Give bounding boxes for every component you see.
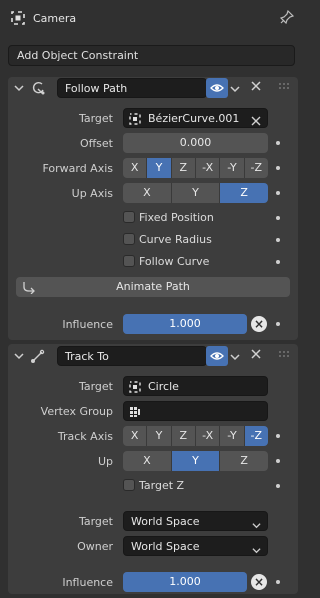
drag-grip-icon[interactable] [278,82,290,95]
offset-label: Offset [79,137,113,150]
disable-keep-transform-icon[interactable]: × [251,316,267,332]
add-object-constraint-button[interactable]: Add Object Constraint [8,45,295,66]
keyframe-dot[interactable] [276,260,280,264]
up-axis-z[interactable]: Z [220,183,268,203]
collapse-chevron-icon[interactable] [14,351,24,364]
keyframe-dot[interactable] [276,322,280,326]
forward-axis-z[interactable]: Z [171,158,196,178]
track-axis-label: Track Axis [57,430,113,443]
owner-space-label: Owner [77,540,113,553]
follow-curve-checkbox[interactable] [123,255,135,267]
up-axis-label: Up Axis [71,187,113,200]
object-icon [129,380,141,400]
keyframe-dot[interactable] [276,166,280,170]
track-axis-x[interactable]: X [123,426,148,446]
vertex-group-field[interactable] [123,401,268,421]
keyframe-dot[interactable] [276,141,280,145]
clear-target-icon[interactable] [251,113,261,133]
offset-field[interactable]: 0.000 [123,133,268,153]
vertex-group-icon [129,405,141,425]
eye-icon[interactable] [206,346,228,366]
track-axis-neg-y[interactable]: -Y [220,426,245,446]
keyframe-dot[interactable] [276,238,280,242]
eye-icon[interactable] [206,78,228,98]
up-axis-z[interactable]: Z [220,451,268,471]
keyframe-dot[interactable] [276,459,280,463]
up-label: Up [97,455,113,468]
curve-radius-label: Curve Radius [139,233,212,246]
up-axis-x[interactable]: X [123,451,172,471]
target-space-value: World Space [131,515,200,528]
target-object-value: Circle [148,380,179,393]
forward-axis-selector[interactable]: X Y Z -X -Y -Z [123,158,268,178]
influence-label: Influence [62,576,113,589]
track-axis-neg-x[interactable]: -X [195,426,221,446]
track-axis-neg-z[interactable]: -Z [244,426,268,446]
fixed-position-checkbox[interactable] [123,211,135,223]
forward-axis-y[interactable]: Y [147,158,172,178]
target-label: Target [78,112,113,125]
track-to-constraint-icon [30,348,46,367]
keyframe-dot[interactable] [276,216,280,220]
close-icon[interactable] [250,80,262,96]
animate-path-label: Animate Path [116,280,190,293]
up-axis-selector[interactable]: X Y Z [123,183,268,203]
forward-axis-x[interactable]: X [123,158,148,178]
up-axis-y[interactable]: Y [171,451,221,471]
influence-label: Influence [62,318,113,331]
fixed-position-label: Fixed Position [139,211,214,224]
owner-space-dropdown[interactable]: World Space [123,536,268,556]
owner-space-value: World Space [131,540,200,553]
chevron-down-icon[interactable] [230,352,240,365]
forward-axis-neg-y[interactable]: -Y [220,158,245,178]
camera-object-icon [11,11,25,25]
constraint-name-field[interactable]: Follow Path [57,78,207,98]
keyframe-dot[interactable] [276,484,280,488]
follow-path-constraint-icon [30,80,46,99]
close-icon[interactable] [250,348,262,364]
influence-slider[interactable]: 1.000 [123,572,247,592]
follow-curve-label: Follow Curve [139,255,210,268]
track-axis-y[interactable]: Y [147,426,172,446]
pin-icon[interactable] [279,9,296,26]
keyframe-dot[interactable] [276,191,280,195]
keyframe-dot[interactable] [276,434,280,438]
forward-axis-neg-x[interactable]: -X [195,158,221,178]
chevron-down-icon [252,542,261,562]
target-object-value: BézierCurve.001 [148,112,240,125]
collapse-chevron-icon[interactable] [14,83,24,96]
forward-axis-neg-z[interactable]: -Z [244,158,268,178]
constraint-name-field[interactable]: Track To [57,346,207,366]
target-space-dropdown[interactable]: World Space [123,511,268,531]
disable-keep-transform-icon[interactable]: × [251,574,267,590]
target-space-label: Target [78,515,113,528]
target-object-field[interactable]: BézierCurve.001 [123,108,268,128]
target-object-field[interactable]: Circle [123,376,268,396]
chevron-down-icon[interactable] [230,84,240,97]
influence-slider[interactable]: 1.000 [123,314,247,334]
animate-path-button[interactable]: Animate Path [16,277,290,297]
track-axis-z[interactable]: Z [171,426,196,446]
forward-axis-label: Forward Axis [42,162,113,175]
target-z-label: Target Z [139,479,185,492]
target-z-checkbox[interactable] [123,479,135,491]
track-axis-selector[interactable]: X Y Z -X -Y -Z [123,426,268,446]
vertex-group-label: Vertex Group [40,405,113,418]
up-axis-x[interactable]: X [123,183,172,203]
target-label: Target [78,380,113,393]
influence-value: 1.000 [169,575,201,588]
animate-path-icon [22,280,36,301]
up-axis-y[interactable]: Y [171,183,221,203]
curve-radius-checkbox[interactable] [123,233,135,245]
curve-object-icon [129,112,141,132]
drag-grip-icon[interactable] [278,350,290,363]
influence-value: 1.000 [169,317,201,330]
chevron-down-icon [252,517,261,537]
keyframe-dot[interactable] [276,580,280,584]
up-axis-selector[interactable]: X Y Z [123,451,268,471]
object-title: Camera [33,12,77,25]
